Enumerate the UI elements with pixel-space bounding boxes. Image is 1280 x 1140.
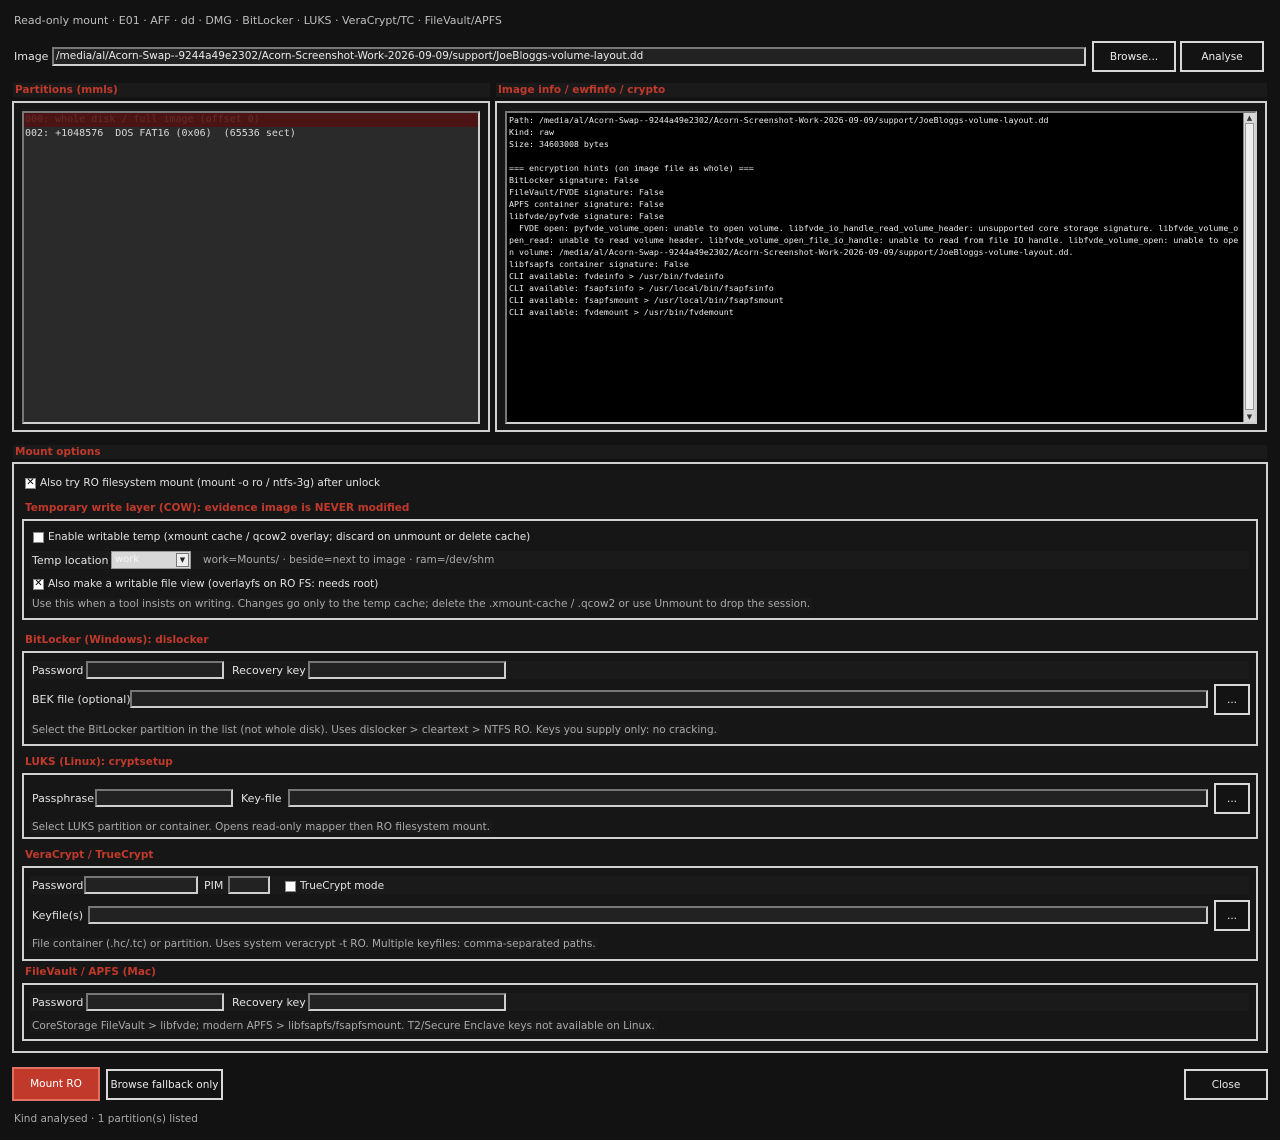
cow-enable-checkbox[interactable] (33, 531, 44, 543)
temp-location-select[interactable]: work ▼ (111, 551, 191, 569)
luks-keyfile-label: Key-file (241, 792, 282, 805)
info-scrollbar[interactable]: ▲ ▼ (1243, 113, 1255, 422)
filevault-password-label: Password (32, 996, 84, 1009)
cow-header: Temporary write layer (COW): evidence im… (25, 502, 410, 514)
bek-file-input[interactable] (130, 690, 1208, 708)
bitlocker-password-input[interactable] (86, 661, 224, 679)
veracrypt-password-input[interactable] (84, 876, 198, 894)
analyse-button[interactable]: Analyse (1180, 41, 1264, 72)
close-button[interactable]: Close (1184, 1069, 1268, 1100)
filevault-header: FileVault / APFS (Mac) (25, 966, 156, 978)
window-subtitle: Read-only mount · E01 · AFF · dd · DMG ·… (14, 14, 502, 27)
luks-browse-button[interactable]: ... (1214, 783, 1250, 814)
luks-keyfile-input[interactable] (288, 789, 1208, 807)
temp-location-label: Temp location (32, 554, 109, 567)
bitlocker-password-label: Password (32, 664, 84, 677)
image-path-input[interactable]: /media/al/Acorn-Swap--9244a49e2302/Acorn… (52, 47, 1086, 66)
partition-item-1[interactable]: 002: +1048576 DOS FAT16 (0x06) (65536 se… (24, 127, 478, 141)
bitlocker-header: BitLocker (Windows): dislocker (25, 634, 209, 646)
luks-passphrase-label: Passphrase (32, 792, 95, 805)
partitions-frame: 000: whole disk / full image (offset 0) … (12, 101, 490, 432)
keyfiles-browse-button[interactable]: ... (1214, 900, 1250, 931)
filevault-note: CoreStorage FileVault > libfvde; modern … (30, 1020, 657, 1032)
veracrypt-password-label: Password (32, 879, 84, 892)
cow-note: Use this when a tool insists on writing.… (30, 598, 813, 610)
truecrypt-label: TrueCrypt mode (300, 880, 385, 892)
luks-note: Select LUKS partition or container. Open… (30, 821, 493, 833)
temp-location-value: work (115, 554, 140, 565)
mount-options-header: Mount options (15, 446, 101, 458)
info-text: Path: /media/al/Acorn-Swap--9244a49e2302… (509, 115, 1239, 317)
bek-file-label: BEK file (optional) (32, 693, 131, 706)
ro-fs-label: Also try RO filesystem mount (mount -o r… (40, 477, 381, 489)
pim-label: PIM (204, 879, 224, 892)
filevault-recovery-input[interactable] (308, 993, 506, 1011)
chevron-down-icon[interactable]: ▼ (176, 553, 189, 567)
truecrypt-row[interactable]: TrueCrypt mode (285, 880, 384, 892)
bitlocker-recovery-input[interactable] (308, 661, 506, 679)
overlay-label: Also make a writable file view (overlayf… (48, 578, 379, 590)
scroll-down-arrow-icon[interactable]: ▼ (1244, 412, 1255, 422)
bitlocker-note: Select the BitLocker partition in the li… (30, 724, 719, 736)
luks-header: LUKS (Linux): cryptsetup (25, 756, 173, 768)
veracrypt-header: VeraCrypt / TrueCrypt (25, 849, 154, 861)
ro-fs-checkbox[interactable]: ✕ (25, 477, 36, 489)
partitions-header-bar: Partitions (mmls) (13, 83, 490, 97)
cow-enable-label: Enable writable temp (xmount cache / qco… (48, 531, 531, 543)
status-text: Kind analysed · 1 partition(s) listed (14, 1113, 198, 1125)
info-header: Image info / ewfinfo / crypto (498, 84, 666, 96)
keyfiles-label: Keyfile(s) (32, 909, 84, 922)
partitions-header: Partitions (mmls) (15, 84, 118, 96)
keyfiles-input[interactable] (88, 906, 1208, 924)
pim-input[interactable] (228, 876, 270, 894)
check-x-icon: ✕ (26, 477, 35, 488)
info-frame: Path: /media/al/Acorn-Swap--9244a49e2302… (495, 101, 1267, 432)
mount-ro-button[interactable]: Mount RO (12, 1067, 100, 1101)
partition-item-0[interactable]: 000: whole disk / full image (offset 0) (24, 113, 478, 127)
bek-browse-button[interactable]: ... (1214, 684, 1250, 715)
partitions-list[interactable]: 000: whole disk / full image (offset 0) … (22, 111, 480, 424)
scrollbar-thumb[interactable] (1245, 123, 1254, 410)
info-text-area[interactable]: Path: /media/al/Acorn-Swap--9244a49e2302… (505, 111, 1257, 424)
luks-passphrase-input[interactable] (95, 789, 233, 807)
filevault-password-input[interactable] (86, 993, 224, 1011)
mount-options-header-bar: Mount options (13, 445, 1267, 459)
cow-enable-row[interactable]: Enable writable temp (xmount cache / qco… (33, 531, 530, 543)
filevault-frame (22, 983, 1258, 1041)
image-label: Image (14, 50, 49, 63)
info-header-bar: Image info / ewfinfo / crypto (496, 83, 1267, 97)
scroll-up-arrow-icon[interactable]: ▲ (1244, 113, 1255, 123)
ro-fs-checkbox-row[interactable]: ✕ Also try RO filesystem mount (mount -o… (25, 477, 380, 489)
overlay-row[interactable]: ✕ Also make a writable file view (overla… (33, 578, 378, 590)
browse-button[interactable]: Browse... (1092, 41, 1176, 72)
overlay-checkbox[interactable]: ✕ (33, 578, 44, 590)
temp-location-hint: work=Mounts/ · beside=next to image · ra… (203, 554, 495, 566)
browse-fallback-button[interactable]: Browse fallback only (106, 1069, 223, 1100)
check-x-icon: ✕ (34, 578, 43, 589)
truecrypt-checkbox[interactable] (285, 880, 296, 892)
veracrypt-note: File container (.hc/.tc) or partition. U… (30, 938, 598, 950)
bitlocker-recovery-label: Recovery key (232, 664, 306, 677)
filevault-recovery-label: Recovery key (232, 996, 306, 1009)
